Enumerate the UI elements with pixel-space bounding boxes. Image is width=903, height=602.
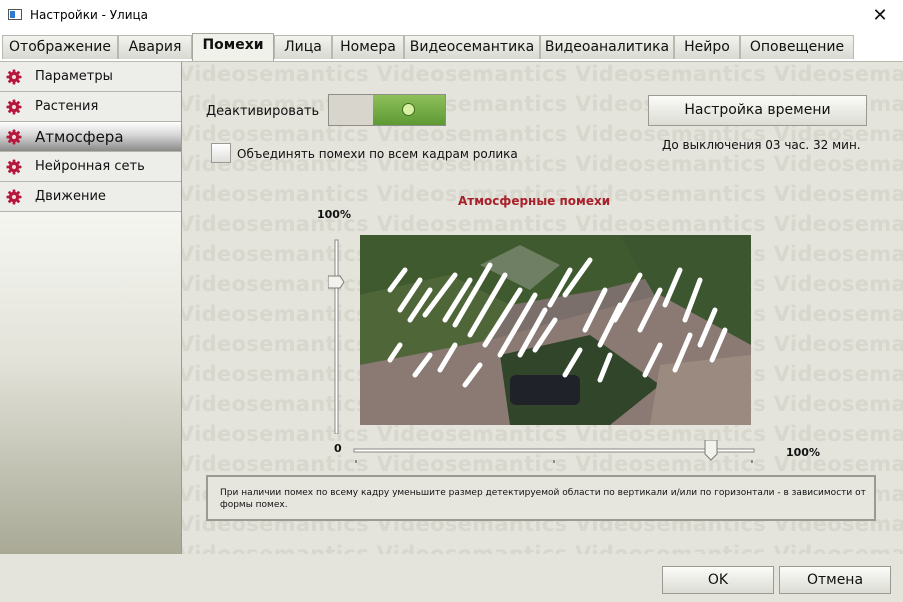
tab-interference[interactable]: Помехи (192, 33, 274, 61)
tab-label: Нейро (684, 39, 730, 55)
ok-button[interactable]: OK (662, 566, 774, 594)
horizontal-slider[interactable] (352, 440, 756, 468)
tab-display[interactable]: Отображение (2, 35, 118, 59)
close-icon[interactable]: ✕ (857, 0, 903, 31)
tab-videosemantics[interactable]: Видеосемантика (404, 35, 540, 59)
sidebar-item-parameters[interactable]: Параметры (0, 62, 181, 92)
tab-label: Видеосемантика (409, 39, 535, 55)
vslider-min-label: 0 (334, 442, 342, 455)
time-settings-button[interactable]: Настройка времени (648, 95, 867, 126)
merge-frames-checkbox[interactable] (211, 143, 231, 163)
tab-bar: Отображение Авария Помехи Лица Номера Ви… (0, 33, 903, 62)
gear-icon (6, 99, 22, 115)
watermark-row: Videosemantics Videosemantics Videoseman… (182, 212, 903, 236)
sidebar-item-label: Движение (35, 189, 106, 204)
tab-label: Лица (284, 39, 322, 55)
hint-text: При наличии помех по всему кадру уменьши… (220, 488, 866, 510)
dialog-footer: OK Отмена (0, 554, 903, 602)
sidebar-item-atmosphere[interactable]: Атмосфера (0, 122, 181, 152)
vslider-max-label: 100% (317, 208, 351, 221)
toggle-knob (402, 103, 415, 116)
gear-icon (6, 69, 22, 85)
deactivate-toggle[interactable] (328, 94, 446, 126)
sidebar-item-label: Параметры (35, 69, 113, 84)
gear-icon (6, 159, 22, 175)
sidebar-item-label: Растения (35, 99, 99, 114)
tab-label: Авария (128, 39, 182, 55)
deactivate-label: Деактивировать (206, 104, 320, 119)
app-icon (8, 9, 22, 20)
vertical-slider[interactable] (328, 234, 346, 434)
sidebar-item-motion[interactable]: Движение (0, 182, 181, 212)
tab-label: Отображение (9, 39, 111, 55)
tab-label: Помехи (202, 37, 264, 53)
tab-neuro[interactable]: Нейро (674, 35, 740, 59)
sidebar-item-label: Нейронная сеть (35, 159, 145, 174)
tab-alarm[interactable]: Авария (118, 35, 192, 59)
watermark-row: Videosemantics Videosemantics Videoseman… (182, 62, 903, 86)
hslider-thumb[interactable] (704, 440, 718, 461)
sidebar-item-neural-network[interactable]: Нейронная сеть (0, 152, 181, 182)
window-title: Настройки - Улица (30, 8, 149, 22)
tab-label: Номера (340, 39, 396, 55)
cancel-button[interactable]: Отмена (779, 566, 891, 594)
tab-notifications[interactable]: Оповещение (740, 35, 854, 59)
hint-box: При наличии помех по всему кадру уменьши… (206, 475, 876, 521)
vslider-thumb[interactable] (328, 275, 345, 289)
tab-videoanalytics[interactable]: Видеоаналитика (540, 35, 674, 59)
gear-icon (6, 129, 22, 145)
sidebar: Параметры Растения Атмосфера Нейронная с… (0, 62, 182, 554)
hslider-max-label: 100% (786, 446, 820, 459)
camera-preview-image (360, 235, 751, 425)
toggle-on-segment (373, 95, 445, 125)
gear-icon (6, 189, 22, 205)
section-title: Атмосферные помехи (458, 194, 611, 208)
tab-label: Оповещение (749, 39, 845, 55)
tab-label: Видеоаналитика (544, 39, 670, 55)
tab-plates[interactable]: Номера (332, 35, 404, 59)
merge-frames-label: Объединять помехи по всем кадрам ролика (237, 147, 518, 161)
tab-faces[interactable]: Лица (274, 35, 332, 59)
sidebar-item-plants[interactable]: Растения (0, 92, 181, 122)
settings-panel: Videosemantics Videosemantics Videoseman… (182, 62, 903, 554)
sidebar-item-label: Атмосфера (35, 128, 124, 146)
title-bar: Настройки - Улица ✕ (0, 0, 903, 31)
timeout-text: До выключения 03 час. 32 мин. (662, 138, 861, 152)
watermark-row: Videosemantics Videosemantics Videoseman… (182, 542, 903, 554)
